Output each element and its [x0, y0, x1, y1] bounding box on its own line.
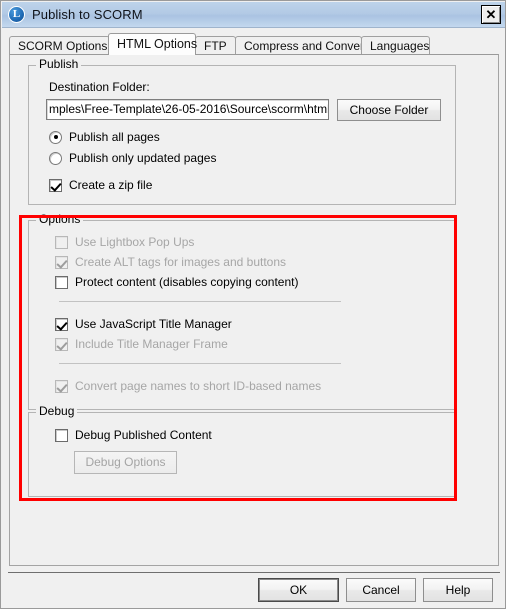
checkbox-label: Use Lightbox Pop Ups — [75, 235, 195, 249]
checkbox-label: Use JavaScript Title Manager — [75, 317, 232, 331]
lectora-logo-letter: L — [12, 8, 21, 20]
options-separator-1 — [59, 301, 341, 302]
tab-strip: SCORM Options HTML Options FTP Compress … — [9, 33, 499, 55]
publish-group: Publish Destination Folder: mples\Free-T… — [28, 58, 456, 205]
ok-button[interactable]: OK — [258, 578, 339, 602]
tab-ftp[interactable]: FTP — [195, 36, 236, 55]
checkbox-use-javascript-title-manager[interactable]: Use JavaScript Title Manager — [55, 317, 232, 331]
checkbox-create-alt-tags[interactable]: Create ALT tags for images and buttons — [55, 255, 286, 269]
checkbox-create-zip-file[interactable]: Create a zip file — [49, 178, 152, 192]
checkbox-indicator — [55, 337, 68, 351]
html-options-panel: Publish Destination Folder: mples\Free-T… — [9, 54, 499, 566]
publish-to-scorm-dialog: L Publish to SCORM ✕ SCORM Options HTML … — [0, 0, 506, 609]
radio-label: Publish all pages — [69, 130, 160, 144]
checkbox-indicator — [49, 178, 62, 192]
checkbox-debug-published-content[interactable]: Debug Published Content — [55, 428, 212, 442]
checkbox-label: Protect content (disables copying conten… — [75, 275, 299, 289]
radio-indicator — [49, 151, 62, 165]
checkbox-label: Create ALT tags for images and buttons — [75, 255, 287, 269]
tab-compress-and-convert[interactable]: Compress and Convert — [235, 36, 367, 55]
help-button[interactable]: Help — [423, 578, 493, 602]
checkbox-label: Include Title Manager Frame — [75, 337, 228, 351]
radio-label: Publish only updated pages — [69, 151, 217, 165]
checkbox-indicator — [55, 275, 68, 289]
checkbox-label: Convert page names to short ID-based nam… — [75, 379, 322, 393]
options-group: Options Use Lightbox Pop Ups Create ALT … — [28, 213, 456, 410]
checkbox-convert-page-names[interactable]: Convert page names to short ID-based nam… — [55, 379, 321, 393]
checkbox-label: Debug Published Content — [75, 428, 212, 442]
dialog-footer: OK Cancel Help — [1, 573, 505, 608]
debug-options-button[interactable]: Debug Options — [74, 451, 177, 474]
options-separator-2 — [59, 363, 341, 364]
debug-group-legend: Debug — [36, 405, 78, 418]
checkbox-protect-content[interactable]: Protect content (disables copying conten… — [55, 275, 298, 289]
tab-languages[interactable]: Languages — [361, 36, 430, 55]
cancel-button[interactable]: Cancel — [346, 578, 416, 602]
checkbox-use-lightbox-popups[interactable]: Use Lightbox Pop Ups — [55, 235, 194, 249]
options-group-legend: Options — [36, 213, 84, 226]
destination-folder-label: Destination Folder: — [49, 80, 150, 94]
checkbox-indicator — [55, 317, 68, 331]
radio-publish-only-updated-pages[interactable]: Publish only updated pages — [49, 151, 216, 165]
close-icon[interactable]: ✕ — [481, 5, 501, 24]
destination-folder-input[interactable]: mples\Free-Template\26-05-2016\Source\sc… — [46, 99, 329, 120]
tab-scorm-options[interactable]: SCORM Options — [9, 36, 110, 55]
checkbox-indicator — [55, 428, 68, 442]
checkbox-indicator — [55, 379, 68, 393]
title-bar: L Publish to SCORM ✕ — [2, 2, 505, 28]
publish-group-legend: Publish — [36, 58, 82, 71]
choose-folder-button[interactable]: Choose Folder — [337, 99, 441, 121]
radio-indicator — [49, 130, 62, 144]
checkbox-include-title-manager-frame[interactable]: Include Title Manager Frame — [55, 337, 228, 351]
checkbox-label: Create a zip file — [69, 178, 153, 192]
checkbox-indicator — [55, 235, 68, 249]
checkbox-indicator — [55, 255, 68, 269]
debug-group: Debug Debug Published Content Debug Opti… — [28, 405, 456, 497]
window-title: Publish to SCORM — [32, 7, 143, 22]
radio-publish-all-pages[interactable]: Publish all pages — [49, 130, 160, 144]
lectora-logo-icon: L — [8, 6, 25, 23]
tab-html-options[interactable]: HTML Options — [108, 33, 197, 55]
